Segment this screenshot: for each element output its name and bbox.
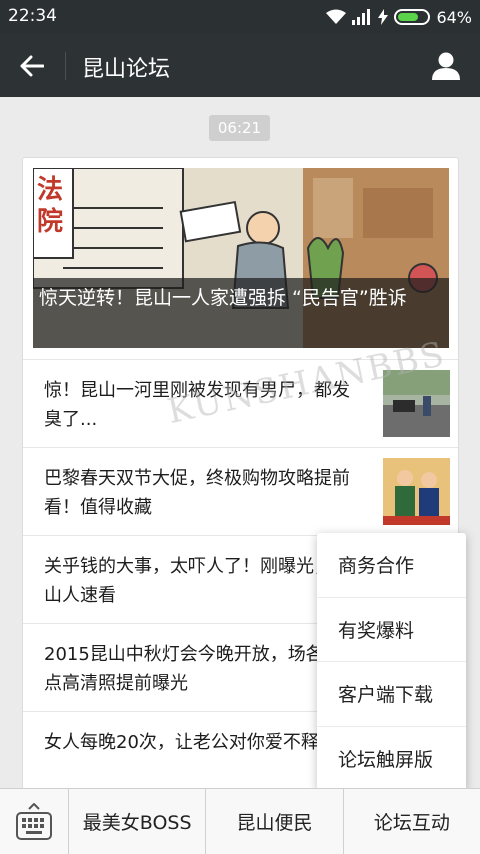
svg-text:院: 院: [37, 206, 63, 237]
article-thumbnail: [383, 458, 450, 525]
status-time: 22:34: [8, 6, 57, 26]
svg-text:法: 法: [37, 175, 63, 205]
article-title: 关乎钱的大事，太吓人了！刚曝光，昆山人速看: [44, 556, 350, 606]
wifi-icon: [326, 9, 347, 24]
profile-button[interactable]: [428, 48, 464, 84]
article-title: 惊！昆山一河里刚被发现有男尸，都发臭了...: [44, 380, 350, 430]
top-bar: 昆山论坛: [0, 34, 480, 97]
back-button[interactable]: [12, 48, 52, 84]
article-item-1[interactable]: 惊！昆山一河里刚被发现有男尸，都发臭了...: [23, 359, 458, 447]
poster-image: [383, 458, 450, 525]
menu-item-touch-version[interactable]: 论坛触屏版: [317, 727, 466, 792]
article-title: 2015昆山中秋灯会今晚开放，场各布景点高清照提前曝光: [44, 644, 360, 694]
hero-article[interactable]: 法 院 惊天逆转！昆山一人家遭强拆 “民告官”胜诉: [33, 168, 449, 348]
header-divider: [65, 52, 66, 80]
tab-convenience[interactable]: 昆山便民: [206, 789, 344, 854]
battery-icon: [394, 9, 431, 25]
status-icons: 64%: [326, 6, 472, 28]
hero-caption: 惊天逆转！昆山一人家遭强拆 “民告官”胜诉: [33, 278, 449, 348]
tab-boss[interactable]: 最美女BOSS: [69, 789, 207, 854]
signal-icon: [352, 9, 371, 25]
article-item-2[interactable]: 巴黎春天双节大促，终极购物攻略提前看！值得收藏: [23, 447, 458, 535]
battery-percent: 64%: [436, 7, 472, 27]
bottom-menu-bar: 最美女BOSS 昆山便民 论坛互动: [0, 788, 480, 854]
status-bar: 22:34 64%: [0, 0, 480, 34]
menu-item-business[interactable]: 商务合作: [317, 533, 466, 598]
menu-item-download[interactable]: 客户端下载: [317, 662, 466, 727]
tab-forum-interact[interactable]: 论坛互动: [344, 789, 480, 854]
message-time: 06:21: [209, 115, 270, 141]
keyboard-icon: [16, 802, 52, 840]
menu-item-tipoff[interactable]: 有奖爆料: [317, 598, 466, 662]
back-arrow-icon: [20, 55, 44, 77]
article-title: 女人每晚20次，让老公对你爱不释手！: [44, 732, 355, 753]
page-title: 昆山论坛: [82, 57, 171, 82]
article-title: 巴黎春天双节大促，终极购物攻略提前看！值得收藏: [44, 468, 350, 518]
popup-menu: 商务合作 有奖爆料 客户端下载 论坛触屏版: [317, 533, 466, 791]
user-icon: [432, 52, 460, 80]
article-thumbnail: [383, 370, 450, 437]
charging-icon: [378, 9, 389, 25]
street-photo-image: [383, 370, 450, 437]
keyboard-toggle-button[interactable]: [0, 789, 69, 854]
